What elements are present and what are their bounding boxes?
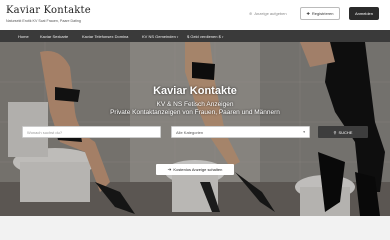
arrow-right-icon: ➔	[167, 166, 172, 172]
nav-item-geld-verdienen[interactable]: $ Geld verdienen $▾	[187, 34, 223, 39]
login-button[interactable]: Anmelden	[349, 7, 379, 20]
top-header: Kaviar Kontakte Natursekt Erotik KV Scat…	[0, 0, 390, 30]
hero-banner: Kaviar Kontakte KV & NS Fetisch Anzeigen…	[0, 42, 390, 216]
login-label: Anmelden	[354, 11, 373, 16]
chevron-down-icon: ▾	[221, 34, 224, 39]
search-button-label: SUCHE	[338, 129, 353, 135]
nav-item-sexkarte[interactable]: Kaviar Sexkarte	[40, 34, 68, 39]
plus-icon: ⊕	[249, 11, 253, 16]
register-label: Registrieren	[311, 11, 334, 16]
main-nav: Home Kaviar Sexkarte Kaviar Telefonsex D…	[0, 30, 390, 42]
free-ad-button[interactable]: ➔ Kostenlos Anzeige schalten	[156, 164, 234, 175]
hero-title: Kaviar Kontakte	[153, 85, 237, 97]
search-input[interactable]: Wonach suchst du?	[22, 126, 161, 138]
register-button[interactable]: ✚ Registrieren	[300, 7, 340, 20]
chevron-down-icon: ▾	[303, 130, 305, 134]
nav-item-label: Home	[18, 33, 29, 39]
nav-item-label: Kaviar Sexkarte	[40, 33, 69, 39]
free-ad-label: Kostenlos Anzeige schalten	[173, 167, 223, 172]
post-ad-link[interactable]: ⊕ Anzeige aufgeben	[249, 11, 287, 16]
post-ad-label: Anzeige aufgeben	[254, 11, 287, 16]
category-value: Alle Kategorien	[176, 129, 204, 135]
category-select[interactable]: Alle Kategorien ▾	[171, 126, 310, 138]
user-plus-icon: ✚	[306, 11, 310, 16]
search-icon: ⚲	[333, 129, 337, 135]
search-placeholder: Wonach suchst du?	[27, 129, 63, 135]
nav-item-label: Kaviar Telefonsex Domina	[82, 33, 129, 39]
chevron-down-icon: ▾	[176, 34, 179, 39]
hero-subtitle-2: Private Kontaktanzeigen von Frauen, Paar…	[110, 109, 280, 116]
nav-item-label: $ Geld verdienen $	[187, 33, 221, 39]
nav-item-telefonsex[interactable]: Kaviar Telefonsex Domina	[82, 34, 128, 39]
nav-item-label: KV NS Gemeinden	[142, 33, 176, 39]
content-area	[0, 216, 390, 240]
site-title[interactable]: Kaviar Kontakte	[6, 5, 91, 16]
site-subtitle: Natursekt Erotik KV Scat Frauen, Paare D…	[6, 19, 81, 23]
search-button[interactable]: ⚲ SUCHE	[318, 126, 368, 138]
hero-subtitle-1: KV & NS Fetisch Anzeigen	[156, 101, 234, 108]
nav-item-gemeinden[interactable]: KV NS Gemeinden▾	[142, 34, 178, 39]
brand[interactable]: Kaviar Kontakte Natursekt Erotik KV Scat…	[6, 5, 91, 23]
nav-item-home[interactable]: Home	[18, 34, 29, 39]
